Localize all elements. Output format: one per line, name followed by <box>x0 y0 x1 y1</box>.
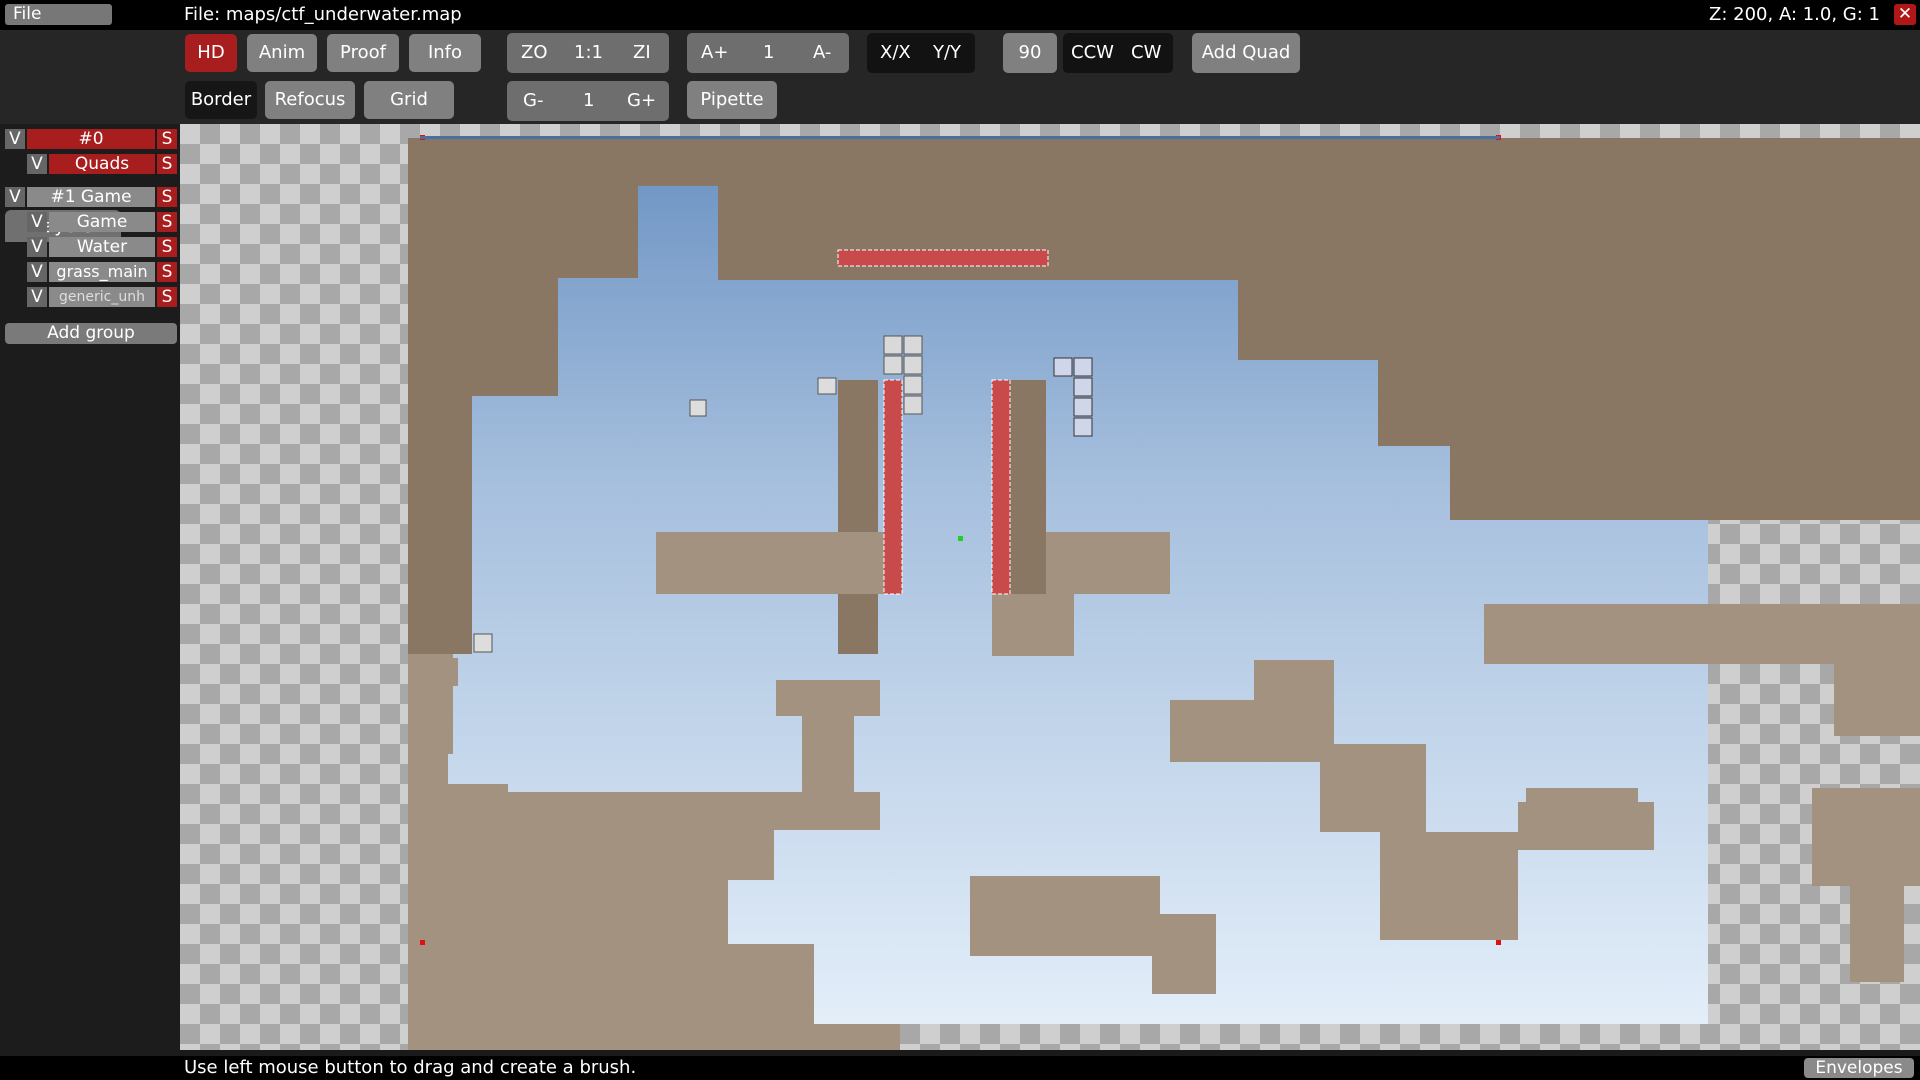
layer-name-water[interactable]: Water <box>49 237 155 257</box>
add-quad-button[interactable]: Add Quad <box>1192 33 1300 73</box>
group-visibility-toggle[interactable]: V <box>5 129 25 149</box>
group-name-1[interactable]: #1 Game <box>27 187 155 207</box>
group-solo-toggle[interactable]: S <box>157 129 177 149</box>
status-bar: Use left mouse button to drag and create… <box>0 1056 1920 1080</box>
grid-increase-button[interactable]: G+ <box>627 81 656 121</box>
toolbar: HD Anim Proof Info ZO 1:1 ZI A+ 1 A- X/X… <box>0 30 1920 124</box>
grid-size-group: G- 1 G+ <box>507 81 669 121</box>
grid-size-value: 1 <box>583 90 595 111</box>
flip-y-button[interactable]: Y/Y <box>933 33 961 73</box>
proof-button[interactable]: Proof <box>327 34 399 72</box>
layer-solo-toggle[interactable]: S <box>157 237 177 257</box>
status-hint: Use left mouse button to drag and create… <box>184 1057 637 1078</box>
group-row-1[interactable]: V #1 Game S <box>5 187 177 207</box>
layer-row-grass-main[interactable]: V grass_main S <box>27 262 177 282</box>
layer-name-generic-unh[interactable]: generic_unh <box>49 287 155 307</box>
rotate-group: CCW CW <box>1063 33 1173 73</box>
rotate-cw-button[interactable]: CW <box>1131 33 1161 73</box>
hd-button[interactable]: HD <box>185 34 237 72</box>
layer-visibility-toggle[interactable]: V <box>27 262 47 282</box>
grid-decrease-button[interactable]: G- <box>523 81 543 121</box>
anim-speed-down-button[interactable]: A- <box>813 33 831 73</box>
layer-row-quads[interactable]: V Quads S <box>27 154 177 174</box>
border-button[interactable]: Border <box>185 81 257 119</box>
layer-solo-toggle[interactable]: S <box>157 154 177 174</box>
file-title: File: maps/ctf_underwater.map <box>184 4 462 25</box>
map-view <box>408 135 1920 1050</box>
file-menu[interactable]: File <box>5 4 112 25</box>
layer-visibility-toggle[interactable]: V <box>27 212 47 232</box>
flip-x-button[interactable]: X/X <box>880 33 911 73</box>
zoom-group: ZO 1:1 ZI <box>507 33 669 73</box>
teleport-entity <box>817 377 837 395</box>
layer-name-grass-main[interactable]: grass_main <box>49 262 155 282</box>
zoom-status: Z: 200, A: 1.0, G: 1 <box>1709 4 1880 25</box>
group-name-0[interactable]: #0 <box>27 129 155 149</box>
anim-speed-up-button[interactable]: A+ <box>701 33 728 73</box>
rotate-ccw-button[interactable]: CCW <box>1071 33 1114 73</box>
layer-row-water[interactable]: V Water S <box>27 237 177 257</box>
layer-solo-toggle[interactable]: S <box>157 287 177 307</box>
layer-list: V #0 S V Quads S V #1 Game S V Game S V … <box>0 124 180 524</box>
layer-name-quads[interactable]: Quads <box>49 154 155 174</box>
animation-speed-group: A+ 1 A- <box>687 33 849 73</box>
envelopes-button[interactable]: Envelopes <box>1804 1058 1914 1078</box>
map-center-marker <box>958 536 963 541</box>
flag-entity <box>473 633 493 653</box>
layer-visibility-toggle[interactable]: V <box>27 237 47 257</box>
quad-top-edge <box>420 136 1500 139</box>
spawn-entity <box>689 399 707 417</box>
layer-solo-toggle[interactable]: S <box>157 212 177 232</box>
info-button[interactable]: Info <box>409 34 481 72</box>
group-solo-toggle[interactable]: S <box>157 187 177 207</box>
grid-button[interactable]: Grid <box>364 81 454 119</box>
pipette-button[interactable]: Pipette <box>687 81 777 119</box>
layer-visibility-toggle[interactable]: V <box>27 287 47 307</box>
group-row-0[interactable]: V #0 S <box>5 129 177 149</box>
group-visibility-toggle[interactable]: V <box>5 187 25 207</box>
zoom-reset-button[interactable]: 1:1 <box>574 33 603 73</box>
layer-name-game[interactable]: Game <box>49 212 155 232</box>
map-canvas[interactable] <box>180 124 1920 1050</box>
anim-speed-value: 1 <box>763 42 775 63</box>
rotate-90-button[interactable]: 90 <box>1003 33 1057 73</box>
layer-visibility-toggle[interactable]: V <box>27 154 47 174</box>
title-bar: File File: maps/ctf_underwater.map Z: 20… <box>0 0 1920 30</box>
add-group-button[interactable]: Add group <box>5 323 177 344</box>
refocus-button[interactable]: Refocus <box>265 81 355 119</box>
close-button[interactable]: ✕ <box>1894 4 1916 25</box>
zoom-out-button[interactable]: ZO <box>521 33 548 73</box>
layer-solo-toggle[interactable]: S <box>157 262 177 282</box>
layer-row-generic-unh[interactable]: V generic_unh S <box>27 287 177 307</box>
zoom-in-button[interactable]: ZI <box>633 33 651 73</box>
flip-group: X/X Y/Y <box>867 33 975 73</box>
layer-row-game[interactable]: V Game S <box>27 212 177 232</box>
anim-button[interactable]: Anim <box>247 34 317 72</box>
